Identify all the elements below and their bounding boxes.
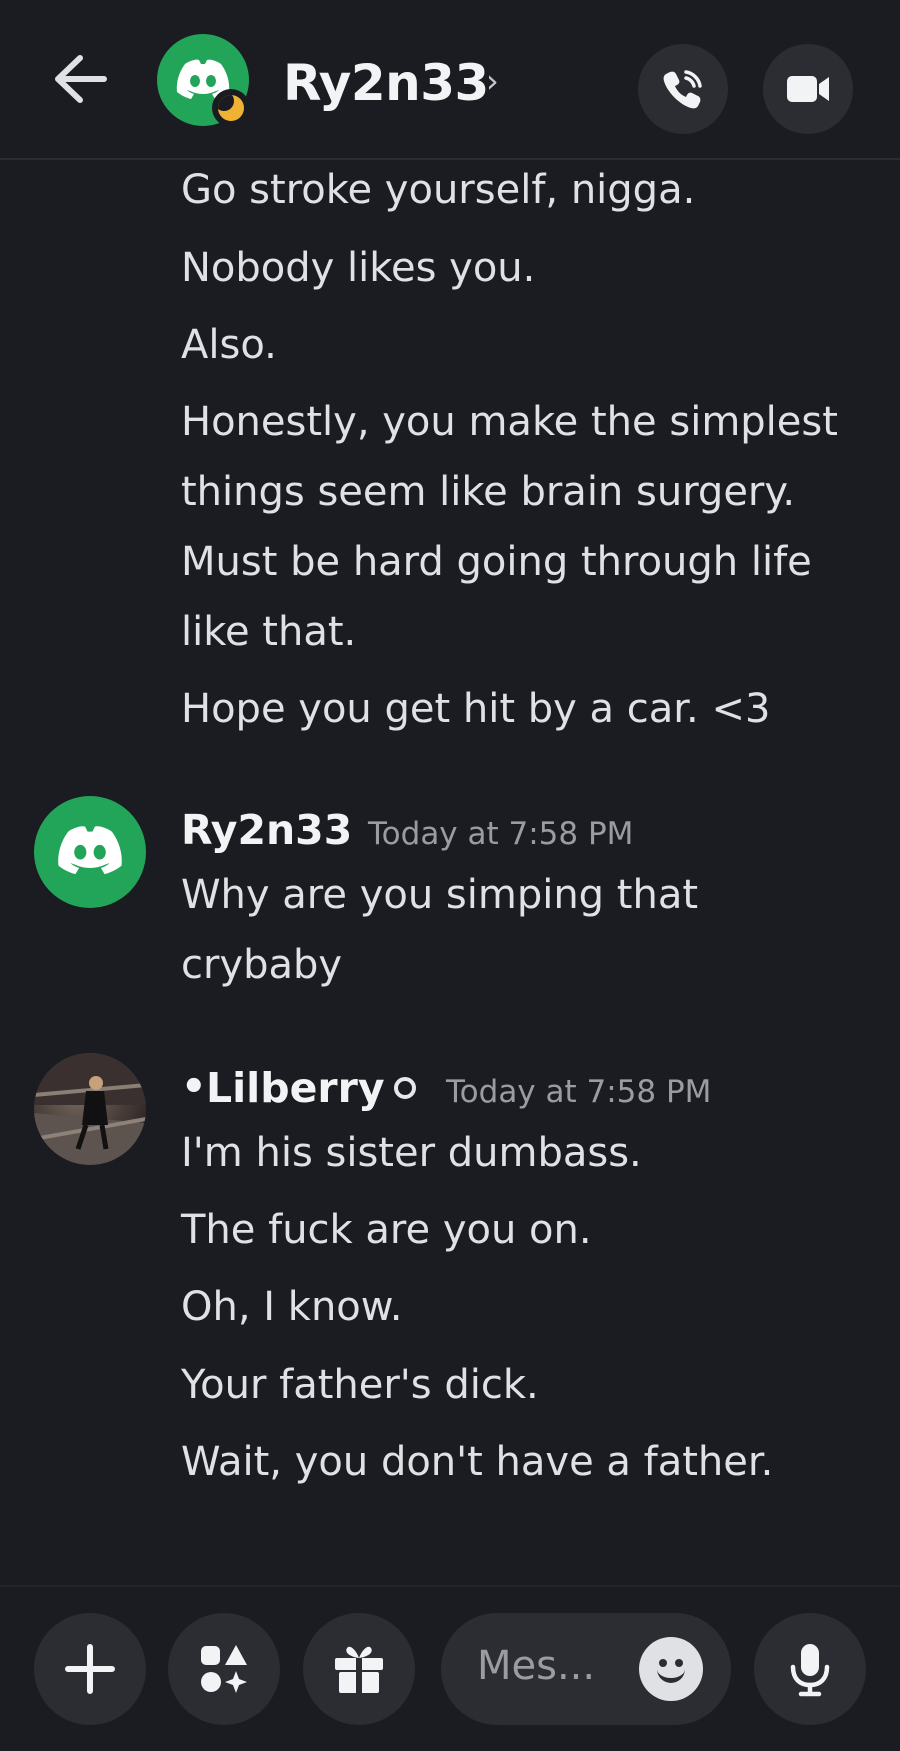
message-line: Your father's dick. xyxy=(181,1362,539,1408)
gift-icon xyxy=(335,1646,383,1693)
chevron-right-icon[interactable]: › xyxy=(486,62,499,100)
message-line: things seem like brain surgery. xyxy=(181,469,796,515)
phone-icon xyxy=(663,70,702,109)
video-camera-icon xyxy=(787,76,829,102)
apps-icon xyxy=(201,1645,247,1693)
back-button[interactable] xyxy=(50,52,110,106)
plus-icon xyxy=(65,1644,115,1694)
message-input-placeholder: Mes... xyxy=(477,1643,596,1689)
message-line: Oh, I know. xyxy=(181,1284,403,1330)
gift-button[interactable] xyxy=(303,1613,415,1725)
avatar-photo xyxy=(34,1053,146,1165)
message-line: Nobody likes you. xyxy=(181,245,536,291)
idle-status-icon xyxy=(212,89,250,127)
message-line: Go stroke yourself, nigga. xyxy=(181,167,696,213)
message-input[interactable]: Mes... xyxy=(441,1613,731,1725)
add-attachment-button[interactable] xyxy=(34,1613,146,1725)
message-line: Wait, you don't have a father. xyxy=(181,1439,774,1485)
user-avatar[interactable] xyxy=(34,796,146,908)
message-line: Must be hard going through life xyxy=(181,539,812,585)
apps-button[interactable] xyxy=(168,1613,280,1725)
message-author[interactable]: Ry2n33 xyxy=(181,806,352,854)
message-line: crybaby xyxy=(181,942,343,988)
message-composer: Mes... xyxy=(0,1585,900,1751)
microphone-icon xyxy=(790,1644,830,1697)
video-call-button[interactable] xyxy=(763,44,853,134)
discord-logo-icon xyxy=(58,826,122,875)
emoji-icon[interactable] xyxy=(639,1637,703,1701)
message-line: I'm his sister dumbass. xyxy=(181,1130,642,1176)
message-line: like that. xyxy=(181,609,357,655)
message-line: The fuck are you on. xyxy=(181,1207,592,1253)
message-line: Also. xyxy=(181,322,277,368)
chat-header: Ry2n33 › xyxy=(0,0,900,160)
user-avatar[interactable] xyxy=(34,1053,146,1165)
voice-message-button[interactable] xyxy=(754,1613,866,1725)
message-timestamp: Today at 7:58 PM xyxy=(446,1074,712,1110)
arrow-left-icon xyxy=(55,55,107,103)
offline-status-icon xyxy=(394,1077,416,1099)
message-author[interactable]: Lilberry xyxy=(206,1064,385,1112)
message-timestamp: Today at 7:58 PM xyxy=(368,816,634,852)
message-line: Why are you simping that xyxy=(181,872,699,918)
channel-title[interactable]: Ry2n33 xyxy=(283,54,489,112)
message-line: Hope you get hit by a car. <3 xyxy=(181,686,771,732)
voice-call-button[interactable] xyxy=(638,44,728,134)
message-line: Honestly, you make the simplest xyxy=(181,399,838,445)
user-bullet: • xyxy=(181,1064,207,1110)
